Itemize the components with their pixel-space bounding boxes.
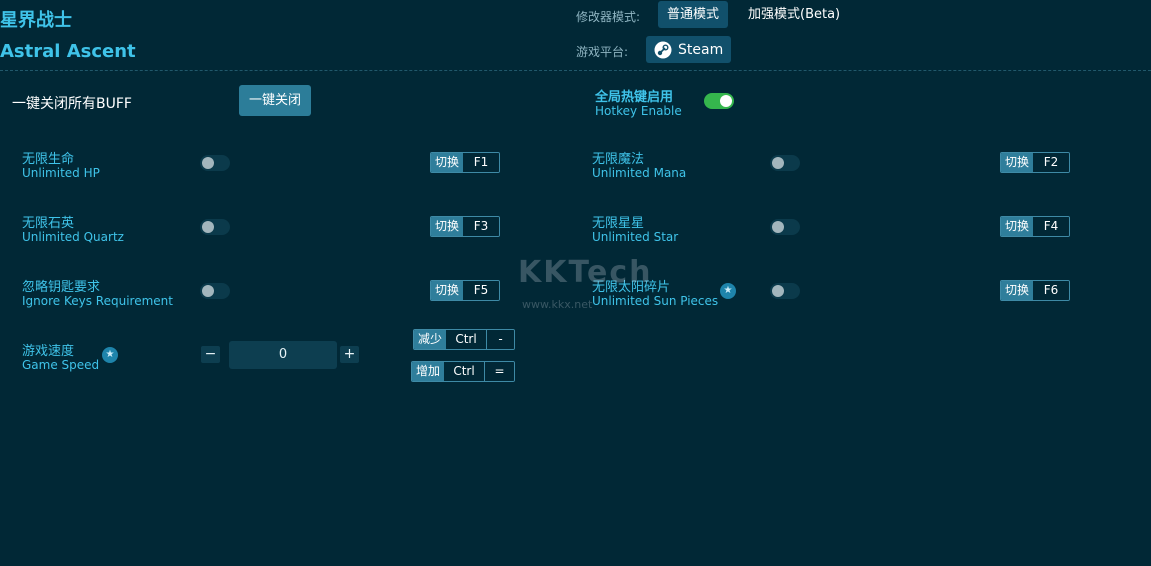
hotkey-key: F5	[463, 281, 500, 300]
steam-label: Steam	[678, 41, 724, 58]
unlimited-sun-pieces-hotkey[interactable]: 切换 F6	[1000, 280, 1071, 301]
unlimited-star-toggle[interactable]	[770, 219, 800, 235]
hotkey-modifier: Ctrl	[446, 330, 487, 349]
star-icon[interactable]: ★	[720, 283, 736, 299]
hotkey-modifier: Ctrl	[444, 362, 485, 381]
unlimited-hp-toggle[interactable]	[200, 155, 230, 171]
unlimited-mana-hotkey[interactable]: 切换 F2	[1000, 152, 1071, 173]
option-unlimited-hp-en: Unlimited HP	[22, 166, 100, 180]
toggle-knob	[202, 221, 214, 233]
steam-icon	[654, 41, 672, 58]
option-ignore-keys-cn: 忽略钥匙要求	[22, 280, 101, 295]
hotkey-key: F3	[463, 217, 500, 236]
hotkey-key: F4	[1033, 217, 1070, 236]
ignore-keys-toggle[interactable]	[200, 283, 230, 299]
hotkey-key: F6	[1033, 281, 1070, 300]
option-ignore-keys-en: Ignore Keys Requirement	[22, 294, 173, 308]
toggle-knob	[772, 221, 784, 233]
toggle-knob	[772, 285, 784, 297]
steam-platform-button[interactable]: Steam	[646, 36, 732, 63]
hotkey-action: 切换	[431, 217, 464, 236]
toggle-knob	[772, 157, 784, 169]
option-unlimited-mana-en: Unlimited Mana	[592, 166, 687, 180]
header-divider	[0, 70, 1151, 71]
toggle-knob	[720, 95, 732, 107]
hotkey-enable-label-cn: 全局热键启用	[595, 90, 674, 105]
hotkey-action: 切换	[1001, 217, 1034, 236]
option-unlimited-star-en: Unlimited Star	[592, 230, 679, 244]
unlimited-quartz-toggle[interactable]	[200, 219, 230, 235]
unlimited-star-hotkey[interactable]: 切换 F4	[1000, 216, 1071, 237]
speed-decrease-button[interactable]: −	[201, 346, 220, 363]
hotkey-action: 减少	[414, 330, 447, 349]
hotkey-enable-label-en: Hotkey Enable	[595, 104, 682, 118]
watermark-url: www.kkx.net	[522, 298, 593, 311]
option-unlimited-hp-cn: 无限生命	[22, 152, 75, 167]
option-unlimited-quartz-en: Unlimited Quartz	[22, 230, 124, 244]
app-title-cn: 星界战士	[0, 10, 72, 31]
hotkey-enable-toggle[interactable]	[704, 93, 734, 109]
unlimited-mana-toggle[interactable]	[770, 155, 800, 171]
hotkey-action: 切换	[431, 153, 464, 172]
unlimited-hp-hotkey[interactable]: 切换 F1	[430, 152, 501, 173]
unlimited-sun-pieces-toggle[interactable]	[770, 283, 800, 299]
speed-increase-button[interactable]: +	[340, 346, 359, 363]
mode-label: 修改器模式:	[576, 10, 641, 24]
ignore-keys-hotkey[interactable]: 切换 F5	[430, 280, 501, 301]
hotkey-action: 切换	[1001, 153, 1034, 172]
option-unlimited-mana-cn: 无限魔法	[592, 152, 645, 167]
toggle-knob	[202, 157, 214, 169]
star-icon[interactable]: ★	[102, 347, 118, 363]
close-all-label: 一键关闭所有BUFF	[12, 96, 132, 112]
hotkey-key: =	[484, 362, 515, 381]
enhanced-mode-button[interactable]: 加强模式(Beta)	[739, 1, 849, 28]
game-speed-label-en: Game Speed	[22, 358, 100, 372]
watermark-logo: KKTech	[518, 255, 653, 290]
toggle-knob	[202, 285, 214, 297]
close-all-button[interactable]: 一键关闭	[239, 85, 312, 116]
game-speed-label-cn: 游戏速度	[22, 344, 75, 359]
speed-value-input[interactable]: 0	[229, 341, 337, 369]
option-unlimited-star-cn: 无限星星	[592, 216, 645, 231]
hotkey-action: 切换	[1001, 281, 1034, 300]
speed-increase-hotkey[interactable]: 增加 Ctrl =	[411, 361, 516, 382]
unlimited-quartz-hotkey[interactable]: 切换 F3	[430, 216, 501, 237]
speed-decrease-hotkey[interactable]: 减少 Ctrl -	[413, 329, 516, 350]
hotkey-action: 增加	[412, 362, 445, 381]
hotkey-key: F2	[1033, 153, 1070, 172]
option-unlimited-quartz-cn: 无限石英	[22, 216, 75, 231]
option-unlimited-sun-pieces-en: Unlimited Sun Pieces	[592, 294, 719, 308]
hotkey-key: -	[486, 330, 515, 349]
platform-label: 游戏平台:	[576, 45, 629, 59]
hotkey-action: 切换	[431, 281, 464, 300]
app-title-en: Astral Ascent	[0, 41, 136, 62]
normal-mode-button[interactable]: 普通模式	[658, 1, 729, 28]
hotkey-key: F1	[463, 153, 500, 172]
